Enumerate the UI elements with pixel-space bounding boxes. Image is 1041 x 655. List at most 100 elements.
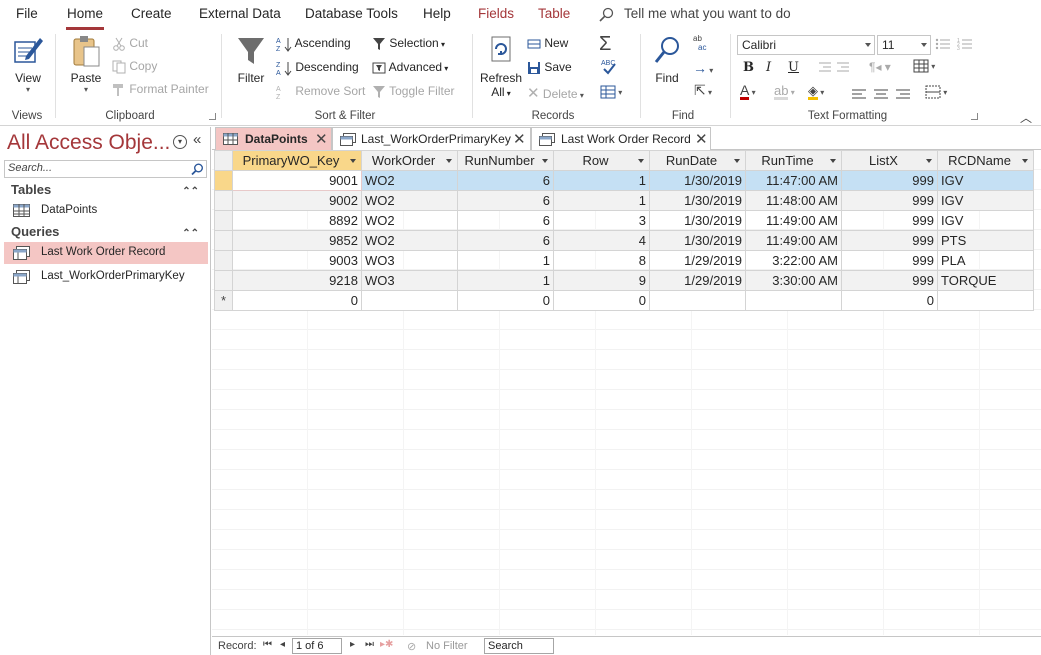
table-cell[interactable]: WO2 — [361, 190, 458, 211]
first-record-icon[interactable]: ⏮ — [263, 639, 272, 650]
format-painter-button[interactable]: Format Painter — [112, 82, 209, 97]
table-cell[interactable]: 1/29/2019 — [649, 270, 746, 291]
column-header-runnumber[interactable]: RunNumber — [457, 150, 554, 171]
table-cell[interactable]: 11:49:00 AM — [745, 210, 842, 231]
paragraph-direction-button[interactable]: ¶◂ ▾ — [869, 60, 891, 74]
nav-item-datapoints[interactable]: DataPoints — [4, 200, 208, 222]
close-icon[interactable]: ✕ — [513, 130, 526, 148]
select-all-corner[interactable] — [214, 150, 233, 171]
underline-button[interactable]: U — [788, 60, 799, 75]
record-selector[interactable] — [214, 230, 233, 251]
table-cell[interactable]: 0 — [553, 290, 650, 311]
indent-buttons[interactable] — [815, 60, 853, 75]
gridlines-button[interactable]: ▾ — [913, 58, 935, 73]
descending-button[interactable]: ZA Descending — [276, 60, 359, 76]
table-row[interactable]: 9001 WO2 6 1 1/30/2019 11:47:00 AM 999 I… — [214, 170, 1034, 191]
table-cell[interactable]: WO2 — [361, 170, 458, 191]
table-cell[interactable]: WO3 — [361, 250, 458, 271]
go-to-button[interactable]: → ▾ — [693, 60, 713, 76]
column-header-row[interactable]: Row — [553, 150, 650, 171]
table-cell[interactable]: PLA — [937, 250, 1034, 271]
table-cell[interactable]: 9218 — [232, 270, 362, 291]
table-cell[interactable]: 9852 — [232, 230, 362, 251]
table-cell[interactable]: 9001 — [232, 170, 362, 191]
no-filter-label[interactable]: No Filter — [426, 640, 468, 652]
new-record-marker[interactable]: * — [214, 290, 233, 311]
nav-section-tables[interactable]: Tables ⌃⌃ — [0, 182, 211, 202]
table-cell[interactable]: 0 — [841, 290, 938, 311]
paste-button[interactable]: Paste ▾ — [68, 34, 104, 94]
table-cell[interactable]: 8892 — [232, 210, 362, 231]
refresh-all-button[interactable]: Refresh All ▾ — [480, 34, 522, 99]
record-selector[interactable] — [214, 170, 233, 191]
table-cell[interactable]: 6 — [457, 170, 554, 191]
tab-home[interactable]: Home — [65, 6, 105, 30]
chevron-down-icon[interactable] — [350, 159, 356, 163]
close-icon[interactable]: ✕ — [695, 130, 708, 148]
toggle-filter-button[interactable]: Toggle Filter — [372, 84, 455, 99]
table-cell[interactable]: 1/30/2019 — [649, 210, 746, 231]
table-cell[interactable]: 3:30:00 AM — [745, 270, 842, 291]
copy-button[interactable]: Copy — [112, 59, 157, 74]
table-cell[interactable]: 6 — [457, 190, 554, 211]
column-header-primarywo-key[interactable]: PrimaryWO_Key — [232, 150, 362, 171]
nav-pane-title[interactable]: All Access Obje... — [7, 131, 170, 155]
table-cell[interactable]: WO2 — [361, 230, 458, 251]
clipboard-dialog-launcher[interactable] — [209, 113, 216, 120]
chevron-down-icon[interactable] — [734, 159, 740, 163]
chevron-down-icon[interactable] — [830, 159, 836, 163]
table-cell[interactable]: 11:49:00 AM — [745, 230, 842, 251]
chevron-down-icon[interactable] — [926, 159, 932, 163]
tab-file[interactable]: File — [16, 6, 38, 21]
table-cell[interactable]: 1/30/2019 — [649, 170, 746, 191]
table-cell[interactable]: 11:47:00 AM — [745, 170, 842, 191]
table-cell[interactable]: 999 — [841, 230, 938, 251]
table-cell[interactable]: 999 — [841, 190, 938, 211]
collapse-ribbon-button[interactable]: ︿ — [1020, 109, 1032, 126]
align-buttons[interactable] — [850, 86, 914, 101]
table-cell[interactable]: 8 — [553, 250, 650, 271]
selection-button[interactable]: Selection ▾ — [372, 36, 445, 51]
table-row[interactable]: 9218 WO3 1 9 1/29/2019 3:30:00 AM 999 TO… — [214, 270, 1034, 291]
table-cell[interactable]: 6 — [457, 210, 554, 231]
text-formatting-dialog-launcher[interactable] — [971, 113, 978, 120]
numbering-button[interactable]: 123 — [957, 36, 973, 51]
close-icon[interactable]: ✕ — [315, 130, 328, 148]
tab-database-tools[interactable]: Database Tools — [305, 6, 398, 21]
table-cell[interactable]: 11:48:00 AM — [745, 190, 842, 211]
table-row[interactable]: 9003 WO3 1 8 1/29/2019 3:22:00 AM 999 PL… — [214, 250, 1034, 271]
select-button[interactable]: ⇱ ▾ — [694, 82, 712, 99]
cut-button[interactable]: Cut — [112, 36, 148, 51]
table-cell[interactable]: 1/30/2019 — [649, 190, 746, 211]
table-cell[interactable]: IGV — [937, 210, 1034, 231]
nav-item-last-work-order-record[interactable]: Last Work Order Record — [4, 242, 208, 264]
doc-tab-last-work-order-record[interactable]: Last Work Order Record ✕ — [531, 127, 711, 150]
record-selector[interactable] — [214, 210, 233, 231]
background-color-button[interactable]: ◈ ▾ — [808, 84, 824, 100]
record-selector[interactable] — [214, 190, 233, 211]
save-button[interactable]: Save — [527, 60, 572, 75]
table-row[interactable]: 9002 WO2 6 1 1/30/2019 11:48:00 AM 999 I… — [214, 190, 1034, 211]
table-cell[interactable] — [649, 290, 746, 311]
table-cell[interactable]: 9003 — [232, 250, 362, 271]
column-header-rundate[interactable]: RunDate — [649, 150, 746, 171]
doc-tab-last-workorderprimarykey[interactable]: Last_WorkOrderPrimaryKey ✕ — [332, 127, 531, 150]
table-cell[interactable]: 999 — [841, 210, 938, 231]
table-row[interactable]: 9852 WO2 6 4 1/30/2019 11:49:00 AM 999 P… — [214, 230, 1034, 251]
table-cell[interactable]: 1 — [457, 250, 554, 271]
chevron-down-icon[interactable] — [542, 159, 548, 163]
search-icon[interactable] — [191, 163, 204, 176]
table-cell[interactable]: 9 — [553, 270, 650, 291]
table-row[interactable]: 8892 WO2 6 3 1/30/2019 11:49:00 AM 999 I… — [214, 210, 1034, 231]
table-cell[interactable]: IGV — [937, 190, 1034, 211]
font-name-combo[interactable]: Calibri — [737, 35, 875, 55]
table-cell[interactable]: WO3 — [361, 270, 458, 291]
chevron-down-icon[interactable] — [446, 159, 452, 163]
remove-sort-button[interactable]: AZ Remove Sort — [276, 84, 365, 100]
table-cell[interactable]: 0 — [232, 290, 362, 311]
font-color-button[interactable]: A ▾ — [740, 83, 756, 100]
table-cell[interactable]: WO2 — [361, 210, 458, 231]
alternate-row-color-button[interactable]: ▾ — [925, 84, 947, 99]
table-cell[interactable]: 999 — [841, 250, 938, 271]
totals-button[interactable]: Σ — [599, 33, 611, 56]
